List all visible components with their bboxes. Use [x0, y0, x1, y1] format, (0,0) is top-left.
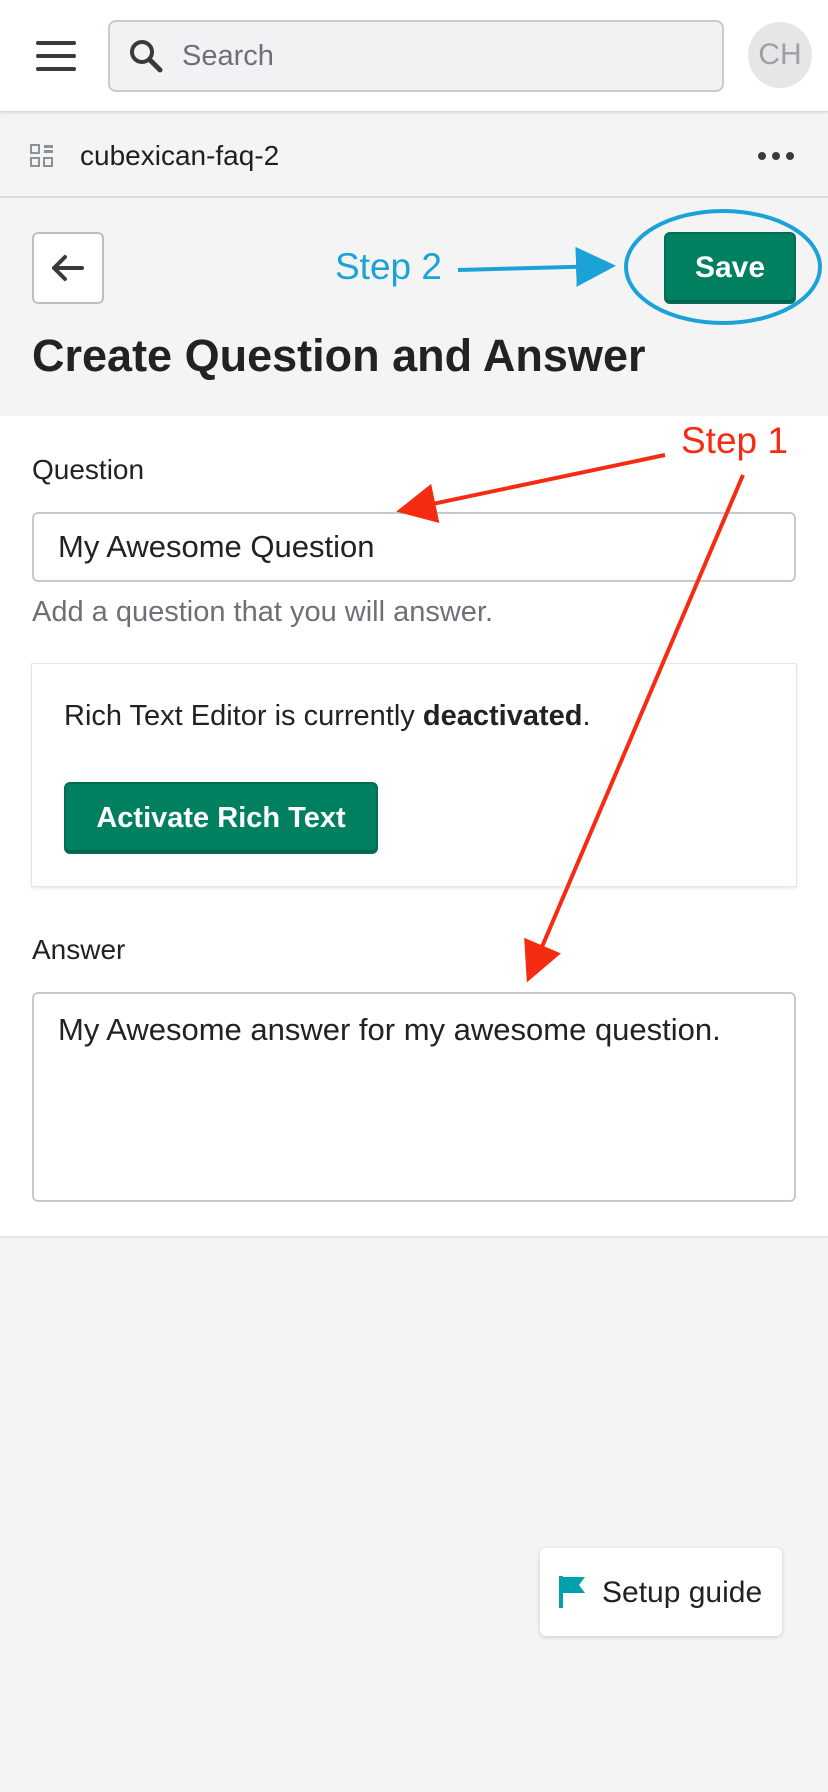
search-icon — [130, 40, 163, 73]
answer-textarea[interactable]: My Awesome answer for my awesome questio… — [32, 992, 796, 1202]
step2-label: Step 2 — [335, 246, 442, 287]
top-bar: CH — [0, 0, 828, 112]
rich-text-notice: Rich Text Editor is currently deactivate… — [32, 664, 796, 886]
activate-rich-text-button[interactable]: Activate Rich Text — [64, 782, 378, 854]
question-input[interactable] — [32, 512, 796, 582]
rich-text-status-state: deactivated — [422, 700, 583, 732]
more-horizontal-icon[interactable] — [756, 148, 796, 164]
app-name[interactable]: cubexican-faq-2 — [80, 140, 279, 172]
apps-icon — [30, 144, 53, 167]
search-bar[interactable] — [108, 20, 724, 92]
flag-icon — [559, 1576, 585, 1608]
form-card: Question Add a question that you will an… — [0, 416, 828, 1236]
rich-text-status: Rich Text Editor is currently deactivate… — [64, 700, 591, 732]
question-help-text: Add a question that you will answer. — [32, 596, 494, 628]
setup-guide-button[interactable]: Setup guide — [540, 1548, 782, 1636]
question-label: Question — [32, 454, 145, 485]
answer-label: Answer — [32, 934, 126, 965]
save-button[interactable]: Save — [664, 232, 796, 304]
arrow-left-icon — [52, 255, 84, 281]
step1-label: Step 1 — [681, 420, 788, 461]
back-button[interactable] — [32, 232, 104, 304]
app-bar: cubexican-faq-2 — [0, 112, 828, 198]
page-title: Create Question and Answer — [32, 330, 646, 381]
search-input[interactable] — [182, 22, 712, 90]
avatar[interactable]: CH — [748, 22, 812, 88]
hamburger-menu-icon[interactable] — [30, 32, 82, 80]
setup-guide-label: Setup guide — [602, 1576, 763, 1609]
step2-arrow — [457, 246, 616, 287]
